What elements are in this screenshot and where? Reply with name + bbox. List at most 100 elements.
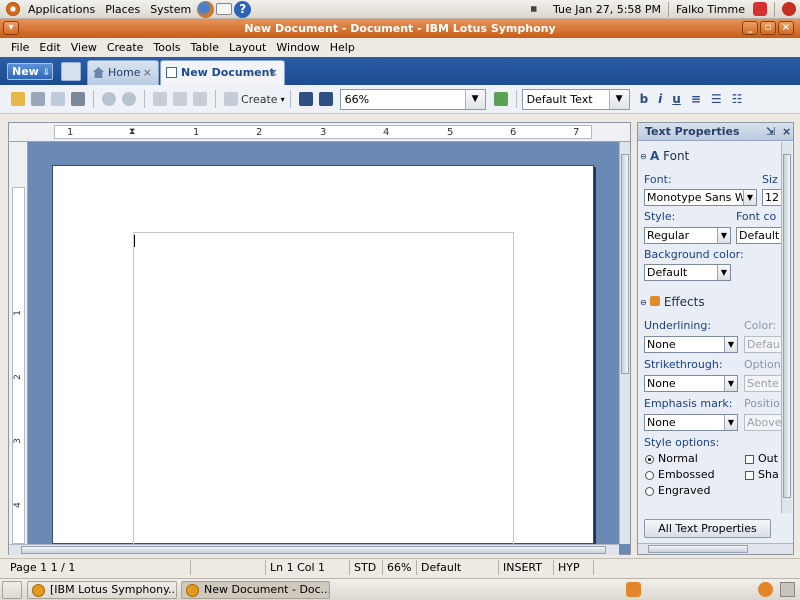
chevron-down-icon[interactable]: ▼ [724, 337, 737, 352]
scroll-thumb[interactable] [621, 154, 629, 374]
effects-section-header[interactable]: ⊖ Effects [638, 295, 793, 309]
symphony-tray-icon[interactable] [758, 582, 773, 597]
ubuntu-logo-icon[interactable] [6, 2, 20, 16]
page-indicator[interactable]: Page 1 1 / 1 [6, 560, 186, 575]
close-panel-icon[interactable]: × [782, 123, 791, 140]
menu-layout[interactable]: Layout [224, 41, 271, 54]
scroll-thumb[interactable] [21, 546, 606, 554]
selection-mode[interactable]: STD [349, 560, 382, 575]
vertical-ruler[interactable]: 1 2 3 4 [9, 142, 28, 544]
insert-mode[interactable]: INSERT [498, 560, 553, 575]
mail-icon[interactable] [216, 3, 233, 15]
zoom-indicator[interactable]: 66% [382, 560, 416, 575]
undo-icon[interactable] [102, 92, 116, 106]
export-icon[interactable] [51, 92, 65, 106]
close-tab-icon[interactable]: × [269, 61, 278, 84]
menu-help[interactable]: Help [325, 41, 360, 54]
spellcheck-icon[interactable] [493, 92, 508, 106]
menu-table[interactable]: Table [186, 41, 224, 54]
chevron-down-icon[interactable]: ▼ [724, 415, 737, 430]
menu-create[interactable]: Create [102, 41, 149, 54]
shutdown-icon[interactable] [782, 2, 796, 16]
places-menu[interactable]: Places [100, 0, 145, 19]
paste-icon[interactable] [193, 92, 207, 106]
show-desktop-icon[interactable] [2, 581, 22, 599]
strikethrough-dropdown[interactable]: None ▼ [644, 375, 738, 392]
new-button[interactable]: New ⇩ [7, 63, 53, 80]
close-button[interactable]: × [778, 21, 794, 35]
symphony-tray-icon[interactable] [626, 582, 641, 597]
hyphenation-mode[interactable]: HYP [553, 560, 593, 575]
firefox-icon[interactable] [197, 0, 215, 18]
font-style-dropdown[interactable]: Regular ▼ [644, 227, 731, 244]
taskbar-item-symphony[interactable]: [IBM Lotus Symphony... [27, 581, 177, 599]
font-size-field[interactable]: 12 [762, 189, 782, 206]
bold-button[interactable]: b [640, 92, 649, 106]
dock-icon[interactable]: ⇲ [766, 123, 775, 140]
chevron-down-icon[interactable]: ▾ [281, 95, 285, 104]
panel-vertical-scrollbar[interactable] [781, 142, 792, 513]
chevron-down-icon[interactable]: ▼ [464, 89, 485, 109]
font-color-dropdown[interactable]: Default [736, 227, 782, 244]
show-tabs-icon[interactable] [61, 62, 81, 81]
chevron-down-icon[interactable]: ⇩ [43, 68, 51, 78]
document-page[interactable] [52, 165, 594, 545]
horizontal-ruler[interactable]: 1 ⧗ 1 2 3 4 5 6 7 [9, 123, 630, 142]
volume-icon[interactable] [530, 2, 543, 16]
background-color-dropdown[interactable]: Default ▼ [644, 264, 731, 281]
collapse-icon[interactable]: ⊖ [640, 152, 647, 161]
radio-engraved[interactable] [645, 487, 654, 496]
tab-new-document[interactable]: New Document × [160, 60, 285, 85]
scroll-thumb[interactable] [783, 154, 791, 498]
menu-tools[interactable]: Tools [148, 41, 185, 54]
menu-view[interactable]: View [66, 41, 102, 54]
open-icon[interactable] [11, 92, 25, 106]
copy-icon[interactable] [173, 92, 187, 106]
page-style[interactable]: Default [416, 560, 498, 575]
clock[interactable]: Tue Jan 27, 5:58 PM [549, 3, 665, 16]
chevron-down-icon[interactable]: ▼ [724, 376, 737, 391]
all-text-properties-button[interactable]: All Text Properties [644, 519, 771, 538]
emphasis-mark-dropdown[interactable]: None ▼ [644, 414, 738, 431]
menu-edit[interactable]: Edit [34, 41, 65, 54]
chevron-down-icon[interactable]: ▼ [717, 228, 730, 243]
font-name-dropdown[interactable]: Monotype Sans W ▼ [644, 189, 757, 206]
chevron-down-icon[interactable]: ▼ [743, 190, 756, 205]
outline-checkbox[interactable] [745, 455, 754, 464]
radio-normal[interactable] [645, 455, 654, 464]
scroll-thumb[interactable] [648, 545, 748, 553]
applications-menu[interactable]: Applications [23, 0, 100, 19]
document-horizontal-scrollbar[interactable] [9, 544, 619, 555]
paragraph-style-combo[interactable]: Default Text ▼ [521, 88, 630, 110]
window-menu-icon[interactable]: ▾ [3, 21, 19, 35]
radio-embossed[interactable] [645, 471, 654, 480]
system-menu[interactable]: System [145, 0, 196, 19]
update-notifier-icon[interactable] [753, 2, 767, 16]
redo-icon[interactable] [122, 92, 136, 106]
menu-file[interactable]: File [6, 41, 34, 54]
underlining-dropdown[interactable]: None ▼ [644, 336, 738, 353]
save-icon[interactable] [31, 92, 45, 106]
indent-marker-icon[interactable]: ⧗ [129, 127, 135, 137]
tab-home[interactable]: Home × [87, 60, 159, 85]
text-frame-icon[interactable] [318, 92, 333, 106]
bullets-icon[interactable]: ☰ [711, 92, 722, 106]
user-name[interactable]: Falko Timme [672, 3, 749, 16]
text-boundary[interactable] [133, 232, 514, 545]
create-dropdown[interactable]: Create [241, 93, 278, 106]
collapse-icon[interactable]: ⊖ [640, 298, 647, 307]
window-titlebar[interactable]: New Document - Document - IBM Lotus Symp… [0, 19, 800, 38]
print-icon[interactable] [71, 92, 85, 106]
zoom-combo[interactable]: 66% ▼ [339, 88, 486, 110]
document-vertical-scrollbar[interactable] [619, 142, 630, 544]
help-icon[interactable]: ? [234, 0, 252, 18]
underline-button[interactable]: u [672, 92, 681, 106]
minimize-button[interactable]: _ [742, 21, 758, 35]
table-icon[interactable] [224, 92, 238, 106]
font-section-header[interactable]: ⊖ A Font [638, 149, 793, 163]
italic-button[interactable]: i [658, 92, 662, 106]
chevron-down-icon[interactable]: ▼ [608, 89, 629, 109]
formatting-marks-icon[interactable] [298, 92, 313, 106]
chevron-down-icon[interactable]: ▼ [717, 265, 730, 280]
menu-window[interactable]: Window [271, 41, 324, 54]
